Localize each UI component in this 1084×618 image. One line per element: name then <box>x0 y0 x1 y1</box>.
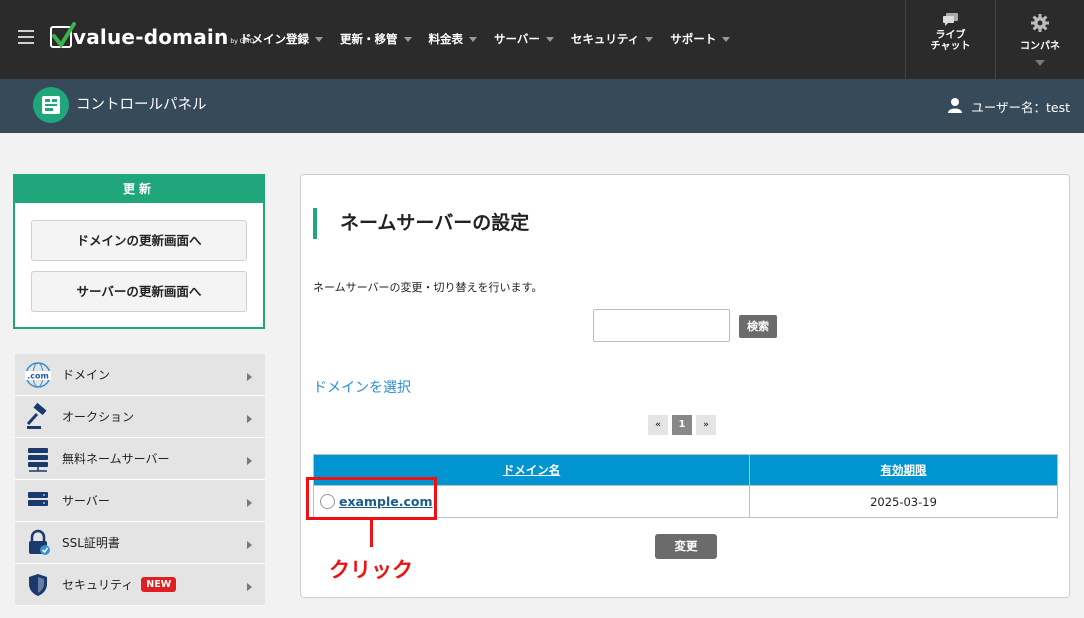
sidebar-item-label: セキュリティ <box>62 578 134 592</box>
chevron-right-icon <box>247 583 252 591</box>
search-input[interactable] <box>593 309 730 342</box>
page-section-title: コントロールパネル <box>76 97 207 113</box>
renew-domain-button[interactable]: ドメインの更新画面へ <box>31 220 247 261</box>
pager-page-1[interactable]: 1 <box>672 415 692 435</box>
pager-prev-button[interactable]: « <box>648 415 668 435</box>
shield-icon <box>24 571 52 599</box>
chevron-down-icon <box>545 36 554 42</box>
change-button[interactable]: 変更 <box>655 534 717 559</box>
nav-renew-transfer[interactable]: 更新・移管 <box>340 31 412 47</box>
user-icon <box>947 97 963 116</box>
site-logo[interactable]: value-domain by GMO <box>50 22 254 49</box>
renew-server-button[interactable]: サーバーの更新画面へ <box>31 271 247 312</box>
sidebar-item-security[interactable]: セキュリティ NEW <box>15 564 265 606</box>
click-annotation: クリック <box>329 558 413 582</box>
gavel-icon <box>24 402 52 431</box>
chevron-down-icon <box>315 36 323 42</box>
nameserver-settings-card: ネームサーバーの設定 ネームサーバーの変更・切り替えを行います。 検索 ドメイン… <box>300 174 1070 598</box>
chevron-right-icon <box>247 415 252 423</box>
highlight-box <box>306 477 437 520</box>
sidebar-item-server[interactable]: サーバー <box>15 480 265 522</box>
user-name: ユーザー名：test <box>971 100 1070 115</box>
nav-server[interactable]: サーバー <box>494 31 554 47</box>
top-navigation-bar: value-domain by GMO ドメイン登録 更新・移管 料金表 サーバ… <box>0 0 1084 79</box>
new-badge: NEW <box>141 577 177 592</box>
sidebar-item-label: サーバー <box>62 494 110 508</box>
nav-support[interactable]: サポート <box>670 31 731 47</box>
sidebar-item-free-nameserver[interactable]: 無料ネームサーバー <box>15 438 265 480</box>
select-domain-heading: ドメインを選択 <box>313 380 411 396</box>
chevron-right-icon <box>247 541 252 549</box>
sidebar-item-label: SSL証明書 <box>62 536 120 550</box>
server-icon <box>24 487 52 515</box>
control-panel-bar: コントロールパネル ユーザー名：test <box>0 79 1084 133</box>
ssl-lock-icon <box>24 529 52 557</box>
sidebar-item-label: ドメイン <box>62 368 111 382</box>
renew-panel: 更新 ドメインの更新画面へ サーバーの更新画面へ <box>13 174 265 329</box>
page-title: ネームサーバーの設定 <box>313 208 529 239</box>
chevron-right-icon <box>247 457 252 465</box>
sidebar-item-auction[interactable]: オークション <box>15 396 265 438</box>
chevron-down-icon <box>403 36 412 42</box>
nameserver-icon <box>24 445 52 473</box>
panel-label: コンパネ <box>1020 41 1060 52</box>
hamburger-icon[interactable] <box>18 30 34 44</box>
pagination: « 1 » <box>648 415 720 435</box>
nav-pricing[interactable]: 料金表 <box>429 31 477 47</box>
nav-security[interactable]: セキュリティ <box>571 31 654 47</box>
chevron-down-icon <box>722 36 731 42</box>
sidebar-item-ssl[interactable]: SSL証明書 <box>15 522 265 564</box>
svg-text:.com: .com <box>27 371 49 380</box>
nav-domain-register[interactable]: ドメイン登録 <box>240 31 323 47</box>
page-description: ネームサーバーの変更・切り替えを行います。 <box>313 281 543 294</box>
sidebar-item-domain[interactable]: .com ドメイン <box>15 354 265 396</box>
chat-label-1: ライブ <box>935 30 966 41</box>
chat-icon <box>942 13 959 27</box>
renew-panel-title: 更新 <box>15 176 263 203</box>
search-button[interactable]: 検索 <box>739 315 777 338</box>
chevron-down-icon <box>469 36 477 42</box>
chevron-right-icon <box>247 373 252 381</box>
main-nav: ドメイン登録 更新・移管 料金表 サーバー セキュリティ サポート <box>240 31 747 47</box>
logo-check-icon <box>50 22 76 49</box>
gear-icon <box>1031 14 1049 32</box>
sidebar-item-label: 無料ネームサーバー <box>62 452 170 466</box>
expiry-cell: 2025-03-19 <box>749 485 1058 518</box>
logo-text: value-domain <box>73 25 229 49</box>
chevron-down-icon <box>1035 60 1045 66</box>
highlight-connector <box>370 520 373 547</box>
chevron-right-icon <box>247 499 252 507</box>
chevron-down-icon <box>645 36 654 42</box>
pager-next-button[interactable]: » <box>696 415 716 435</box>
sidebar-menu: .com ドメイン オークション 無料ネームサーバー サーバー SSL証明書 セ… <box>15 354 265 606</box>
user-info[interactable]: ユーザー名：test <box>947 97 1070 116</box>
column-header-expiry[interactable]: 有効期限 <box>749 454 1058 486</box>
sidebar-item-label: オークション <box>62 410 135 424</box>
control-panel-icon <box>33 87 69 123</box>
chat-label-2: チャット <box>930 41 971 52</box>
globe-com-icon: .com <box>24 361 52 389</box>
live-chat-button[interactable]: ライブ チャット <box>905 0 995 79</box>
control-panel-button[interactable]: コンパネ <box>995 0 1084 79</box>
